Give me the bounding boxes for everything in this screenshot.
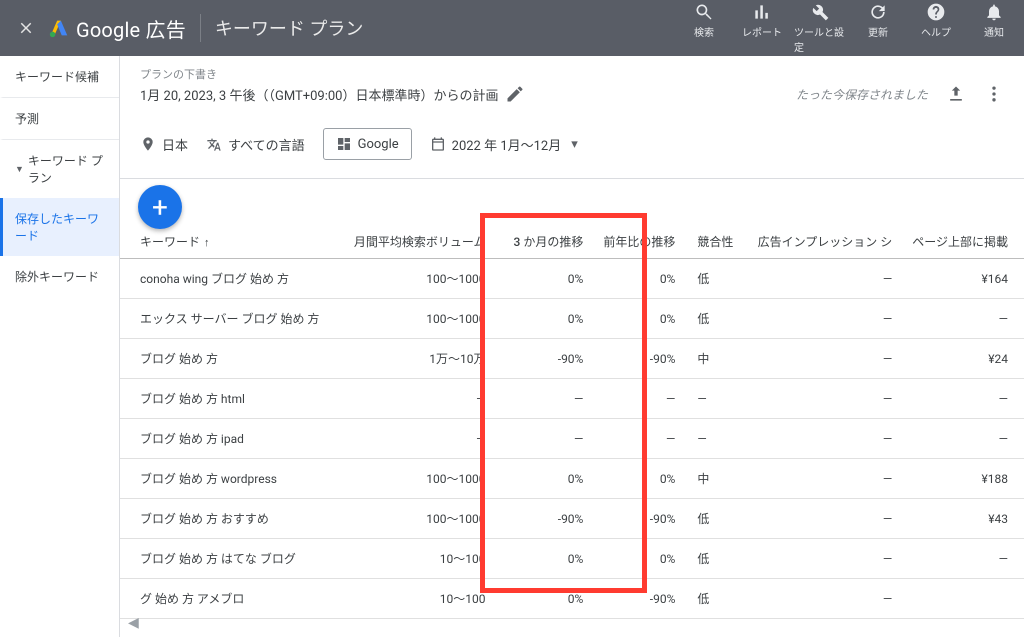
chevron-down-icon: ▼ xyxy=(15,164,24,175)
plan-header: プランの下書き 1月 20, 2023, 3 午後（（GMT+09:00）日本標… xyxy=(120,56,1024,118)
table-area: + キーワード↑ 月間平均検索ボリューム 3 か月の推移 前年比の推移 競合性 … xyxy=(120,179,1024,637)
table-row[interactable]: ブログ 始め 方 ipad—————— xyxy=(120,419,1024,459)
table-row[interactable]: ブログ 始め 方 はてな ブログ10～1000%0%低—— xyxy=(120,539,1024,579)
header-tools: 検索 レポート ツールと設定 更新 ヘルプ 通知 xyxy=(678,2,1020,54)
sidebar-item-saved[interactable]: 保存したキーワード xyxy=(0,198,119,256)
table-row[interactable]: ブログ 始め 方 おすすめ100～1000-90%-90%低—¥43 xyxy=(120,499,1024,539)
saved-message: たった今保存されました xyxy=(796,86,928,103)
table-row[interactable]: エックス サーバー ブログ 始め 方100～10000%0%低—— xyxy=(120,299,1024,339)
location-chip[interactable]: 日本 xyxy=(140,135,188,154)
plan-date-line: 1月 20, 2023, 3 午後（（GMT+09:00）日本標準時）からの計画 xyxy=(140,84,525,104)
keyword-table: キーワード↑ 月間平均検索ボリューム 3 か月の推移 前年比の推移 競合性 広告… xyxy=(120,219,1024,619)
col-impression[interactable]: 広告インプレッション シ xyxy=(748,219,903,259)
search-icon xyxy=(694,2,714,22)
app-header: Google 広告 キーワード プラン 検索 レポート ツールと設定 更新 ヘル… xyxy=(0,0,1024,56)
help-tool[interactable]: ヘルプ xyxy=(910,2,962,54)
network-chip[interactable]: Google xyxy=(323,128,412,160)
help-icon xyxy=(926,2,946,22)
table-row[interactable]: ブログ 始め 方 html—————— xyxy=(120,379,1024,419)
table-row[interactable]: グ 始め 方 アメブロ10～1000%-90%低— xyxy=(120,579,1024,619)
table-row[interactable]: conoha wing ブログ 始め 方100～10000%0%低—¥164 xyxy=(120,259,1024,299)
daterange-chip[interactable]: 2022 年 1月～12月 ▾ xyxy=(430,135,578,154)
scroll-left-icon[interactable]: ◀ xyxy=(128,615,139,631)
wrench-icon xyxy=(810,2,830,22)
page-title: キーワード プラン xyxy=(215,15,363,41)
col-trend3m[interactable]: 3 か月の推移 xyxy=(503,219,593,259)
reports-tool[interactable]: レポート xyxy=(736,2,788,54)
share-icon[interactable] xyxy=(946,84,966,104)
report-icon xyxy=(752,2,772,22)
sidebar-item-plan[interactable]: ▼キーワード プラン xyxy=(0,139,119,198)
left-sidebar: キーワード候補 予測 ▼キーワード プラン 保存したキーワード 除外キーワード xyxy=(0,56,120,637)
google-ads-icon xyxy=(48,17,70,39)
tools-settings-tool[interactable]: ツールと設定 xyxy=(794,2,846,54)
col-competition[interactable]: 競合性 xyxy=(685,219,747,259)
network-icon xyxy=(336,136,352,152)
table-row[interactable]: ブログ 始め 方 wordpress100～10000%0%中—¥188 xyxy=(120,459,1024,499)
search-tool[interactable]: 検索 xyxy=(678,2,730,54)
brand-logo[interactable]: Google 広告 xyxy=(48,14,186,43)
table-header-row: キーワード↑ 月間平均検索ボリューム 3 か月の推移 前年比の推移 競合性 広告… xyxy=(120,219,1024,259)
refresh-tool[interactable]: 更新 xyxy=(852,2,904,54)
edit-icon[interactable] xyxy=(505,84,525,104)
sort-asc-icon: ↑ xyxy=(204,236,210,249)
col-trendyoy[interactable]: 前年比の推移 xyxy=(593,219,685,259)
header-divider xyxy=(200,14,201,42)
translate-icon xyxy=(206,136,222,152)
chevron-down-icon: ▾ xyxy=(571,137,578,152)
more-vert-icon[interactable] xyxy=(984,84,1004,104)
close-icon[interactable] xyxy=(8,19,44,37)
main-area: プランの下書き 1月 20, 2023, 3 午後（（GMT+09:00）日本標… xyxy=(120,56,1024,637)
draft-label: プランの下書き xyxy=(140,66,525,82)
location-icon xyxy=(140,136,156,152)
brand-name: Google 広告 xyxy=(76,14,186,43)
language-chip[interactable]: すべての言語 xyxy=(206,135,305,154)
add-keyword-button[interactable]: + xyxy=(138,185,182,229)
refresh-icon xyxy=(868,2,888,22)
bell-icon xyxy=(984,2,1004,22)
table-row[interactable]: ブログ 始め 方1万～10万-90%-90%中—¥24 xyxy=(120,339,1024,379)
notifications-tool[interactable]: 通知 xyxy=(968,2,1020,54)
col-volume[interactable]: 月間平均検索ボリューム xyxy=(344,219,504,259)
sidebar-item-ideas[interactable]: キーワード候補 xyxy=(0,56,119,97)
calendar-icon xyxy=(430,136,446,152)
sidebar-item-negative[interactable]: 除外キーワード xyxy=(0,256,119,297)
filter-bar: 日本 すべての言語 Google 2022 年 1月～12月 ▾ xyxy=(120,118,1024,179)
col-topbid[interactable]: ページ上部に掲載 xyxy=(902,219,1024,259)
sidebar-item-forecast[interactable]: 予測 xyxy=(0,97,119,139)
